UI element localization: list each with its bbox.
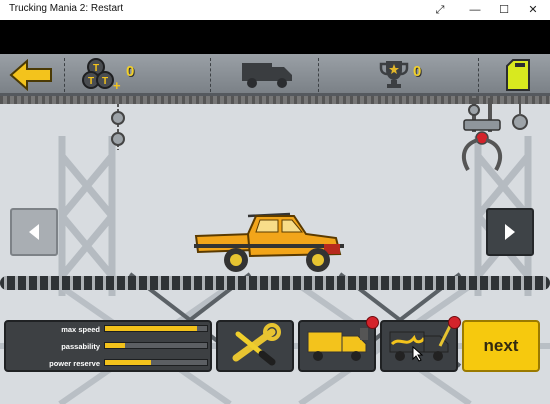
- conveyor-chain: [0, 276, 550, 290]
- paint-truck-button[interactable]: [298, 320, 376, 372]
- mouse-cursor-icon: [412, 346, 424, 362]
- letterbox-band: [0, 20, 550, 54]
- svg-text:+: +: [113, 78, 121, 93]
- left-arrow-icon: [29, 224, 39, 240]
- close-button[interactable]: ✕: [519, 0, 547, 20]
- truck-stats-panel: max speed passability power reserve: [4, 320, 212, 372]
- hanging-chain-left: [111, 104, 125, 150]
- power-reserve-bar: [104, 359, 208, 366]
- coins-count: 0: [126, 63, 135, 80]
- game-canvas: T T T + 0 0 max speed passability power …: [0, 54, 550, 404]
- tune-upgrade-button[interactable]: [216, 320, 294, 372]
- top-hud-bar: T T T + 0 0: [0, 54, 550, 96]
- trophy-icon: [379, 61, 409, 88]
- paint-notification-badge: [366, 316, 379, 329]
- back-arrow-icon[interactable]: [9, 59, 53, 91]
- max-speed-bar: [104, 325, 208, 332]
- passability-bar: [104, 342, 208, 349]
- crane-claw: [461, 98, 528, 171]
- minimize-button[interactable]: —: [461, 0, 489, 20]
- max-speed-fill: [105, 326, 197, 331]
- decal-notification-badge: [448, 316, 461, 329]
- maximize-button[interactable]: ☐: [490, 0, 518, 20]
- coins-icon: T T T +: [82, 58, 121, 93]
- trophy-count: 0: [413, 63, 422, 80]
- stat-label-passability: passability: [61, 342, 100, 351]
- pickup-truck: [194, 212, 344, 272]
- svg-text:T: T: [88, 76, 94, 87]
- next-truck-arrow-button[interactable]: [486, 208, 534, 256]
- next-button[interactable]: next: [462, 320, 540, 372]
- stat-label-power-reserve: power reserve: [49, 359, 100, 368]
- passability-fill: [105, 343, 126, 348]
- truck-silhouette-icon: [242, 63, 292, 88]
- stat-label-max-speed: max speed: [61, 325, 100, 334]
- right-arrow-icon: [505, 224, 515, 240]
- truck-paint-icon: [307, 328, 368, 361]
- window-titlebar: Trucking Mania 2: Restart ⤢ — ☐ ✕: [0, 0, 550, 20]
- previous-truck-button[interactable]: [10, 208, 58, 256]
- fullscreen-icon[interactable]: ⤢: [426, 0, 454, 20]
- svg-text:T: T: [102, 76, 108, 87]
- power-reserve-fill: [105, 360, 151, 365]
- window-title: Trucking Mania 2: Restart: [9, 3, 124, 14]
- svg-text:T: T: [93, 63, 99, 74]
- wrench-screwdriver-icon: [232, 323, 281, 366]
- fuel-can-icon[interactable]: [503, 58, 533, 92]
